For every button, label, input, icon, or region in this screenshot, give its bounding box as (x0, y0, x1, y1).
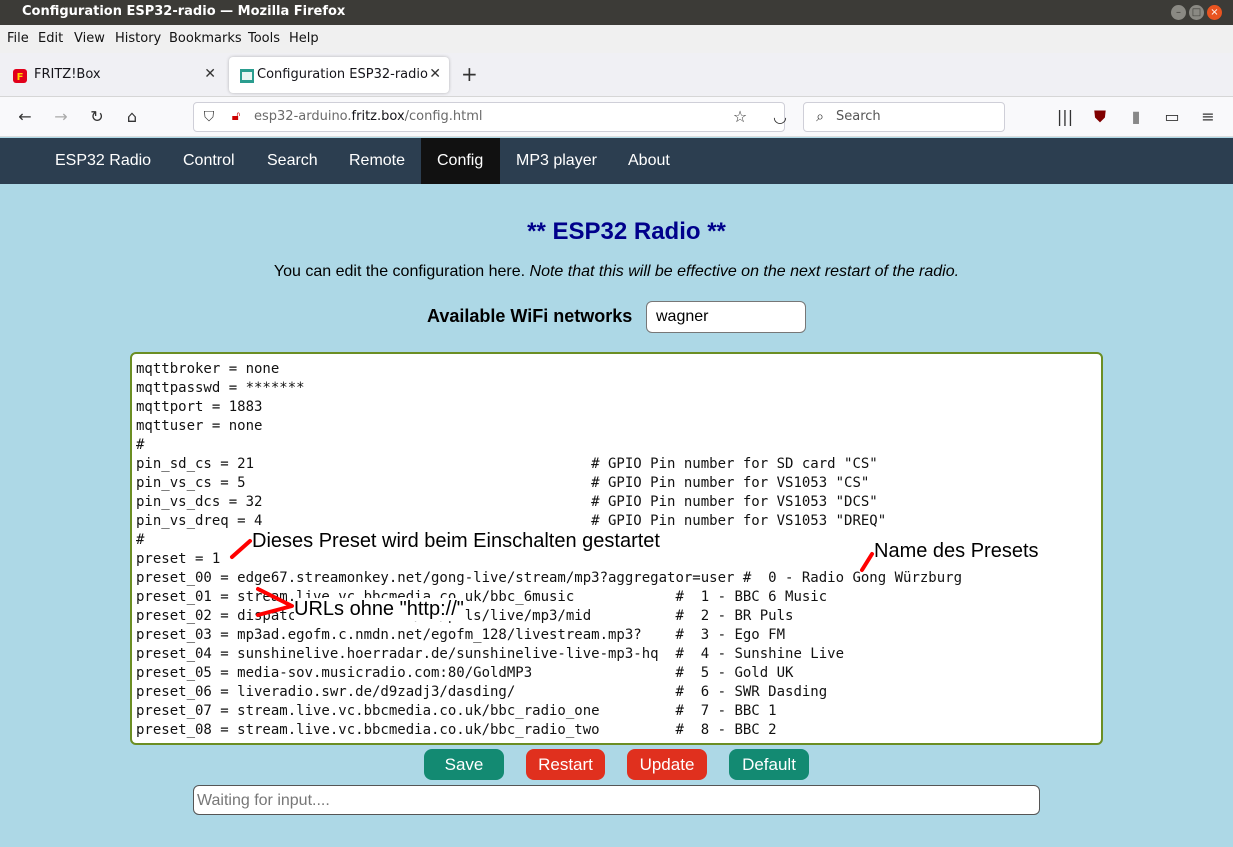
url-annotation-arrow (256, 587, 294, 617)
preset-annotation: Dieses Preset wird beim Einschalten gest… (252, 530, 660, 552)
annotation-marks (230, 539, 874, 617)
save-button[interactable]: Save (424, 749, 504, 780)
default-button[interactable]: Default (729, 749, 809, 780)
url-annotation: URLs ohne "http://" (294, 598, 464, 621)
name-annotation-stroke (860, 552, 874, 572)
update-button[interactable]: Update (627, 749, 707, 780)
name-annotation: Name des Presets (874, 540, 1039, 562)
status-field[interactable]: Waiting for input.... (193, 785, 1040, 815)
restart-button[interactable]: Restart (526, 749, 605, 780)
preset-annotation-stroke (230, 539, 252, 559)
